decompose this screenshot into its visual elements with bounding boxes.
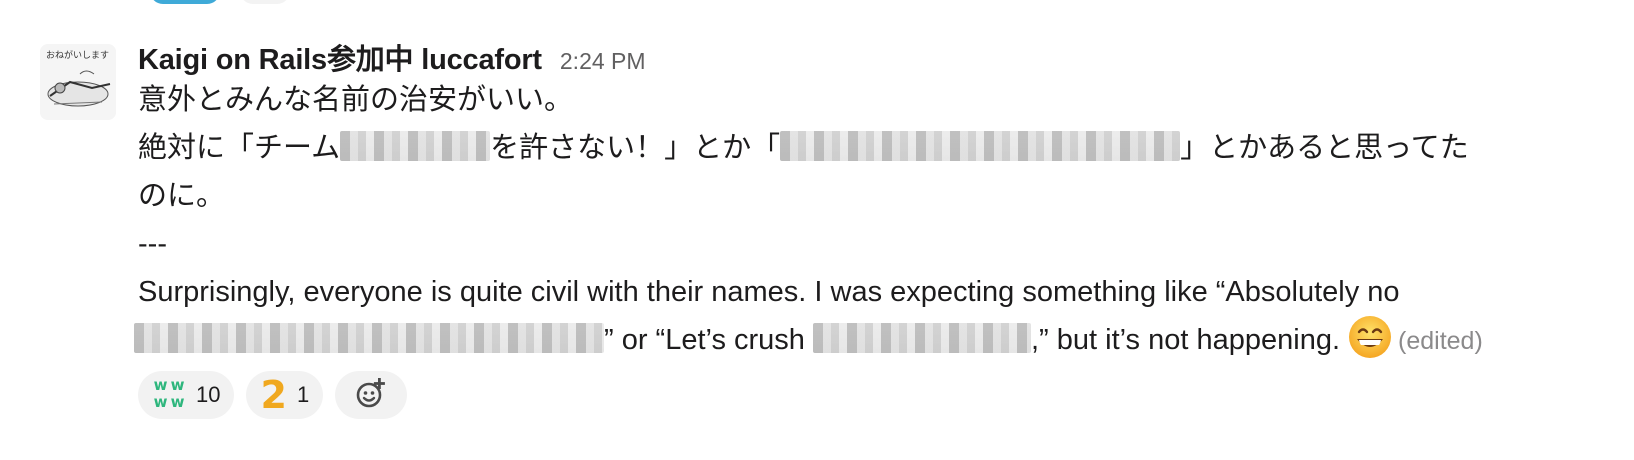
message-line: のに。	[138, 172, 1618, 220]
redacted-text	[812, 323, 1031, 354]
message-text: ,” but it’s not happening.	[1030, 324, 1341, 356]
message-line: ---	[138, 220, 1618, 268]
svg-text:おねがいします: おねがいします	[46, 49, 109, 61]
reactions-bar: wwww 10 2 1	[138, 371, 1618, 419]
timestamp[interactable]: 2:24 PM	[560, 48, 646, 75]
add-emoji-icon	[354, 376, 388, 415]
redacted-text	[340, 131, 491, 162]
add-reaction-button[interactable]	[335, 371, 408, 419]
message-text: ---	[138, 228, 167, 260]
username[interactable]: Kaigi on Rails参加中 luccafort	[138, 36, 542, 78]
avatar[interactable]: おねがいします	[40, 44, 116, 120]
reaction-count: 1	[296, 382, 310, 407]
message-text: Surprisingly, everyone is quite civil wi…	[138, 276, 1400, 308]
redacted-text	[780, 131, 1181, 162]
message-text: ” or “Let’s crush	[604, 324, 805, 356]
message-line: 絶対に「チーム を許さない！」とか「 」とかあると思ってた	[138, 124, 1618, 172]
message-line: Surprisingly, everyone is quite civil wi…	[138, 268, 1618, 316]
message-text: を許さない！」とか「	[490, 132, 781, 164]
edited-label: (edited)	[1398, 327, 1483, 355]
message-text: 」とかあると思ってた	[1180, 132, 1469, 164]
message-text: のに。	[138, 180, 226, 212]
message-text: 意外とみんな名前の治安がいい。	[138, 84, 574, 116]
reaction-ww[interactable]: wwww 10	[138, 371, 235, 419]
message: おねがいします Kaigi on Rails参加中 luccafort 2:24…	[0, 0, 1634, 460]
ww-icon: wwww	[153, 376, 185, 411]
two-icon: 2	[260, 373, 287, 417]
redacted-text	[134, 323, 604, 354]
message-line: 意外とみんな名前の治安がいい。	[138, 76, 1618, 124]
reaction-two[interactable]: 2 1	[246, 371, 324, 419]
grinning-face-icon	[1348, 315, 1392, 359]
message-line: ” or “Let’s crush ,” but it’s not happen…	[134, 315, 1618, 365]
message-text: 絶対に「チーム	[138, 132, 341, 164]
reaction-count: 10	[196, 382, 221, 407]
message-body: 意外とみんな名前の治安がいい。 絶対に「チーム を許さない！」とか「 」とかあると思…	[134, 76, 1618, 365]
